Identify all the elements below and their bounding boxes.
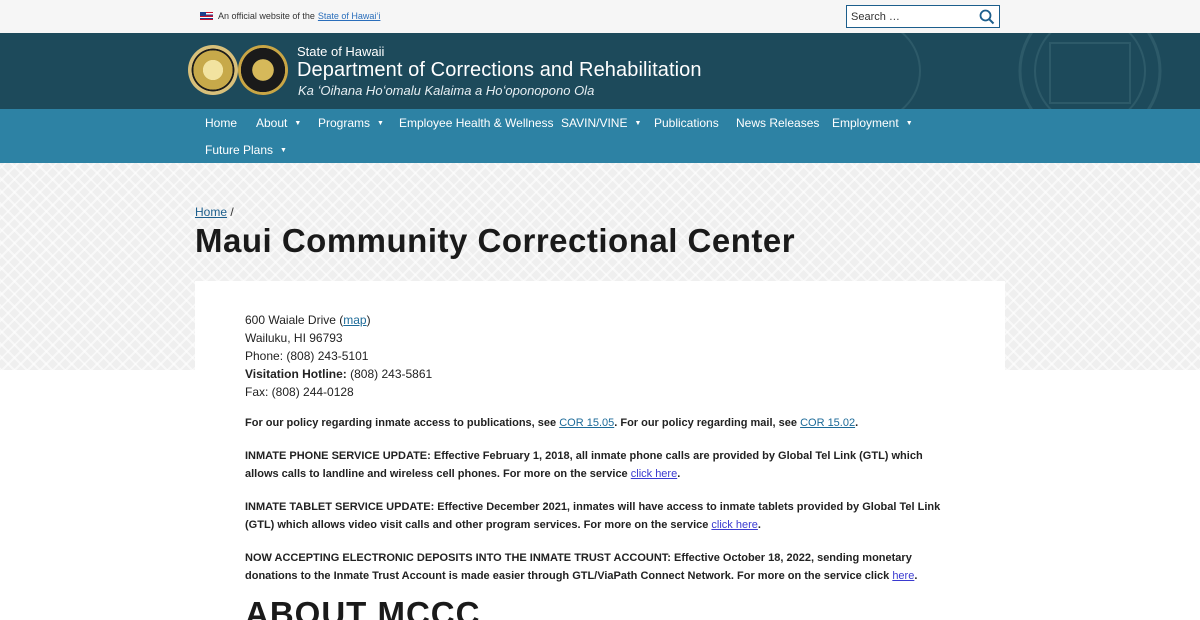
street-text: 600 Waiale Drive (	[245, 313, 344, 327]
deposits-update-text: NOW ACCEPTING ELECTRONIC DEPOSITS INTO T…	[245, 552, 912, 582]
search-icon	[979, 9, 995, 25]
nav-item-home[interactable]: Home	[205, 116, 237, 130]
street-close: )	[366, 313, 371, 327]
nav-item-employment[interactable]: Employment ▼	[832, 116, 913, 130]
deposits-here-link[interactable]: here	[892, 570, 914, 582]
phone-update-text: INMATE PHONE SERVICE UPDATE: Effective F…	[245, 450, 923, 480]
breadcrumb: Home /	[195, 205, 234, 219]
cor-15-05-link[interactable]: COR 15.05	[559, 417, 614, 429]
visitation-hotline: Visitation Hotline: (808) 243-5861	[245, 365, 432, 383]
state-seal-logo[interactable]	[188, 45, 238, 95]
header-seal-pattern	[900, 33, 1162, 109]
fax-number: Fax: (808) 244-0128	[245, 385, 354, 399]
caret-down-icon: ▼	[377, 119, 384, 127]
address-city: Wailuku, HI 96793	[245, 331, 343, 345]
nav-item-label: Publications	[654, 116, 719, 130]
phone-number: Phone: (808) 243-5101	[245, 349, 369, 363]
header-department-title[interactable]: Department of Corrections and Rehabilita…	[297, 59, 702, 82]
nav-item-employee-health[interactable]: Employee Health & Wellness	[399, 116, 554, 130]
official-notice-text: An official website of the	[218, 11, 315, 21]
phone-service-update: INMATE PHONE SERVICE UPDATE: Effective F…	[245, 447, 957, 483]
caret-down-icon: ▼	[294, 119, 302, 127]
nav-item-label: Employee Health & Wellness	[399, 116, 554, 130]
tablet-update-text: INMATE TABLET SERVICE UPDATE: Effective …	[245, 501, 941, 531]
nav-item-label: Employment	[832, 116, 899, 130]
search-box	[846, 5, 1000, 28]
official-notice: An official website of the State of Hawa…	[200, 11, 380, 21]
page-title: Maui Community Correctional Center	[195, 222, 796, 259]
phone-update-end: .	[677, 468, 681, 480]
nav-item-label: SAVIN/VINE	[561, 116, 628, 130]
tablet-click-here-link[interactable]: click here	[711, 519, 757, 531]
nav-item-programs[interactable]: Programs ▼	[318, 116, 384, 130]
site-header: State of Hawaii Department of Correction…	[0, 33, 1200, 109]
nav-item-future-plans[interactable]: Future Plans ▼	[205, 143, 287, 157]
visitation-label: Visitation Hotline:	[245, 367, 347, 381]
tablet-service-update: INMATE TABLET SERVICE UPDATE: Effective …	[245, 498, 957, 534]
caret-down-icon: ▼	[634, 119, 642, 127]
policy-text-2: . For our policy regarding mail, see	[614, 417, 801, 429]
electronic-deposits-update: NOW ACCEPTING ELECTRONIC DEPOSITS INTO T…	[245, 549, 965, 585]
nav-item-savin-vine[interactable]: SAVIN/VINE ▼	[561, 116, 641, 130]
facility-address-block: 600 Waiale Drive (map) Wailuku, HI 96793…	[245, 311, 432, 401]
policy-text-1: For our policy regarding inmate access t…	[245, 417, 560, 429]
phone-click-here-link[interactable]: click here	[631, 468, 677, 480]
header-hawaiian-subtitle: Ka ʻOihana Hoʻomalu Kalaima a Hoʻoponopo…	[298, 83, 595, 98]
main-navigation: Home About ▼ Programs ▼ Employee Health …	[0, 109, 1200, 163]
state-of-hawaii-link[interactable]: State of Hawaiʻi	[318, 11, 381, 21]
nav-item-label: About	[256, 116, 288, 130]
hawaii-flag-icon	[200, 12, 213, 20]
caret-down-icon: ▼	[905, 119, 913, 127]
nav-item-label: News Releases	[736, 116, 820, 130]
address-street: 600 Waiale Drive (map)	[245, 311, 432, 329]
about-heading: ABOUT MCCC	[245, 595, 481, 620]
official-banner: An official website of the State of Hawa…	[0, 0, 1200, 33]
cor-15-02-link[interactable]: COR 15.02	[800, 417, 855, 429]
policy-text-3: .	[855, 417, 859, 429]
nav-item-about[interactable]: About ▼	[256, 116, 301, 130]
department-seal-logo[interactable]	[238, 45, 288, 95]
visitation-number: (808) 243-5861	[346, 367, 433, 381]
policy-paragraph: For our policy regarding inmate access t…	[245, 414, 957, 432]
nav-item-news-releases[interactable]: News Releases	[736, 116, 819, 130]
nav-item-label: Programs	[318, 116, 371, 130]
deposits-update-end: .	[914, 570, 918, 582]
search-button[interactable]	[978, 8, 996, 26]
nav-item-label: Future Plans	[205, 143, 274, 157]
nav-item-label: Home	[205, 116, 238, 130]
content-card: 600 Waiale Drive (map) Wailuku, HI 96793…	[195, 281, 1005, 620]
tablet-update-end: .	[757, 519, 761, 531]
breadcrumb-home-link[interactable]: Home	[195, 205, 227, 219]
search-input[interactable]	[847, 6, 975, 27]
header-state: State of Hawaii	[297, 44, 385, 59]
nav-item-publications[interactable]: Publications	[654, 116, 719, 130]
map-link[interactable]: map	[343, 313, 366, 327]
breadcrumb-separator: /	[230, 205, 234, 219]
caret-down-icon: ▼	[280, 146, 287, 154]
